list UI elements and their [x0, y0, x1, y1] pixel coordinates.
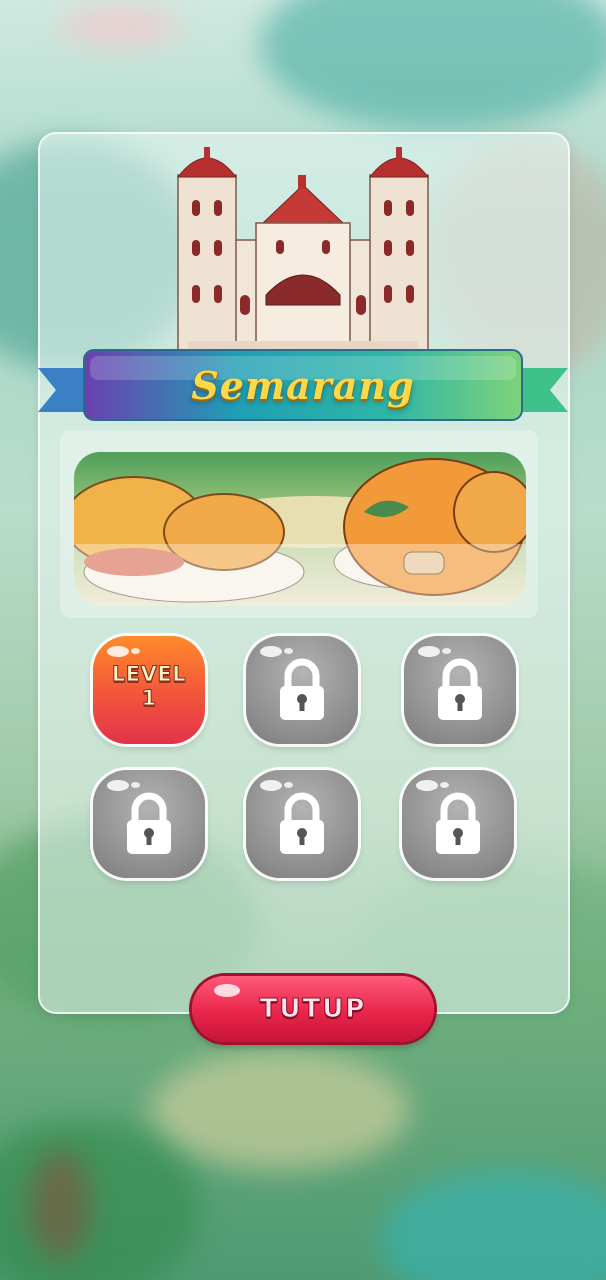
lock-icon: [127, 792, 171, 854]
close-button-label: TUTUP: [259, 994, 367, 1025]
level-4-button[interactable]: [93, 770, 205, 878]
lock-icon: [438, 658, 482, 720]
lock-icon: [436, 792, 480, 854]
gloss-highlight: [214, 984, 240, 997]
castle-illustration: [176, 147, 430, 355]
gloss-highlight: [418, 646, 440, 657]
gloss-highlight: [107, 780, 129, 791]
gloss-dot: [131, 648, 140, 654]
gloss-highlight: [260, 646, 282, 657]
level-1-label: LEVEL 1: [93, 662, 205, 711]
level-2-button[interactable]: [246, 636, 358, 744]
gloss-highlight: [107, 646, 129, 657]
gloss-dot: [442, 648, 451, 654]
gloss-dot: [131, 782, 140, 788]
level-word: LEVEL: [111, 662, 187, 687]
gloss-highlight: [260, 780, 282, 791]
close-button[interactable]: TUTUP: [192, 976, 434, 1042]
lock-icon: [280, 658, 324, 720]
level-5-button[interactable]: [246, 770, 358, 878]
level-1-button[interactable]: LEVEL 1: [93, 636, 205, 744]
gloss-dot: [284, 782, 293, 788]
food-preview-image: [74, 452, 526, 606]
level-6-button[interactable]: [402, 770, 514, 878]
gloss-dot: [440, 782, 449, 788]
gloss-dot: [284, 648, 293, 654]
level-number: 1: [141, 686, 157, 711]
city-name: Semarang: [191, 362, 415, 408]
gloss-highlight: [416, 780, 438, 791]
lock-icon: [280, 792, 324, 854]
level-3-button[interactable]: [404, 636, 516, 744]
